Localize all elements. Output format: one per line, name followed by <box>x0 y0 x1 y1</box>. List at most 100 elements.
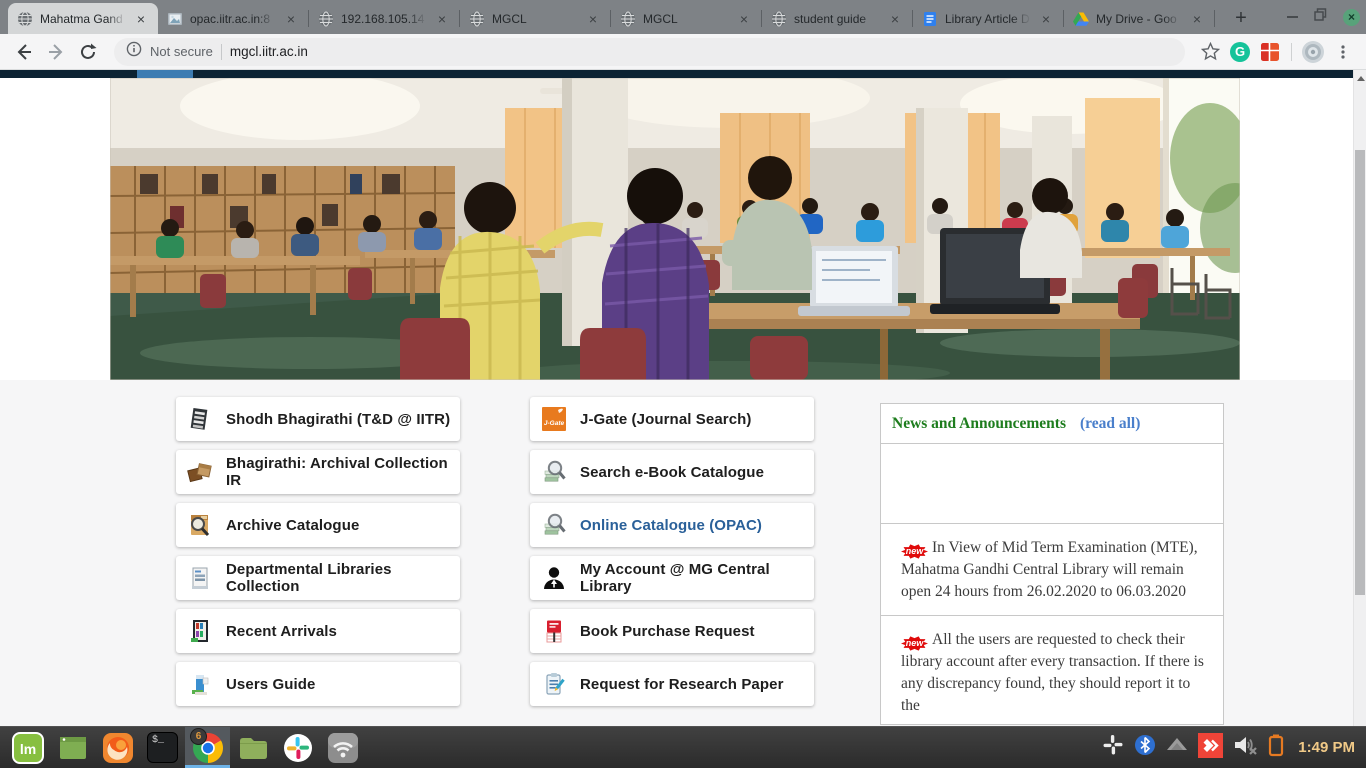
tab-close-icon[interactable]: × <box>133 12 149 26</box>
terminal-launcher[interactable]: $_ <box>140 727 185 768</box>
minimize-button[interactable] <box>1287 16 1298 18</box>
network-wifi-icon[interactable] <box>1165 735 1189 760</box>
link-jgate[interactable]: J-Gate J-Gate (Journal Search) <box>530 397 814 441</box>
link-label: Archive Catalogue <box>226 517 359 534</box>
tab-close-icon[interactable]: × <box>434 12 450 26</box>
close-button[interactable]: × <box>1343 9 1360 26</box>
news-item: newAll the users are requested to check … <box>881 616 1223 726</box>
tab-mgcl-1[interactable]: MGCL × <box>460 3 610 34</box>
bluetooth-icon[interactable] <box>1134 734 1156 761</box>
news-scroll-gap <box>881 444 1223 524</box>
link-label: Search e-Book Catalogue <box>580 464 764 481</box>
link-users-guide[interactable]: Users Guide <box>176 662 460 706</box>
read-all-link[interactable]: (read all) <box>1080 415 1140 433</box>
link-online-catalogue-opac[interactable]: Online Catalogue (OPAC) <box>530 503 814 547</box>
back-button[interactable] <box>10 38 38 66</box>
browser-menu-icon[interactable] <box>1330 39 1356 65</box>
firefox-launcher[interactable] <box>95 727 140 768</box>
google-drive-icon <box>1073 11 1089 27</box>
news-title: News and Announcements <box>892 415 1066 433</box>
address-bar[interactable]: Not secure mgcl.iitr.ac.in <box>114 38 1185 66</box>
forward-button[interactable] <box>42 38 70 66</box>
wifi-tool-launcher[interactable] <box>320 727 365 768</box>
new-badge: new <box>901 636 928 651</box>
grammarly-extension-icon[interactable]: G <box>1227 39 1253 65</box>
tab-my-drive[interactable]: My Drive - Goo × <box>1064 3 1214 34</box>
taskbar-clock[interactable]: 1:49 PM <box>1298 739 1355 756</box>
refresh-button[interactable] <box>74 38 102 66</box>
file-manager-launcher[interactable] <box>230 727 275 768</box>
link-search-ebook-catalogue[interactable]: Search e-Book Catalogue <box>530 450 814 494</box>
tab-close-icon[interactable]: × <box>1189 12 1205 26</box>
tab-mahatma-gandhi-library[interactable]: Mahatma Gand × <box>8 3 158 34</box>
battery-icon[interactable] <box>1267 733 1285 762</box>
chrome-tab-count-badge: 6 <box>190 728 207 745</box>
link-label: Shodh Bhagirathi (T&D @ IITR) <box>226 411 450 428</box>
tab-close-icon[interactable]: × <box>736 12 752 26</box>
link-bhagirathi-archival[interactable]: Bhagirathi: Archival Collection IR <box>176 450 460 494</box>
tab-library-article[interactable]: Library Article D × <box>913 3 1063 34</box>
tab-close-icon[interactable]: × <box>585 12 601 26</box>
browser-toolbar: Not secure mgcl.iitr.ac.in G <box>0 34 1366 70</box>
link-label: Book Purchase Request <box>580 623 755 640</box>
books-magnifier-icon <box>541 512 567 538</box>
globe-icon <box>17 11 33 27</box>
tab-opac[interactable]: opac.iitr.ac.in:8 × <box>158 3 308 34</box>
image-placeholder-icon <box>167 11 183 27</box>
scroll-up-arrow-icon[interactable] <box>1357 76 1365 81</box>
globe-icon <box>469 11 485 27</box>
tab-title: opac.iitr.ac.in:8 <box>190 12 276 26</box>
tab-student-guide[interactable]: student guide × <box>762 3 912 34</box>
tab-title: My Drive - Goo <box>1096 12 1182 26</box>
tab-close-icon[interactable]: × <box>283 12 299 26</box>
tab-close-icon[interactable]: × <box>887 12 903 26</box>
new-badge: new <box>901 544 928 559</box>
news-item-text: All the users are requested to check the… <box>901 631 1204 714</box>
red-book-icon <box>541 618 567 644</box>
link-label: Online Catalogue (OPAC) <box>580 517 762 534</box>
orange-extension-icon[interactable] <box>1257 39 1283 65</box>
news-header: News and Announcements (read all) <box>881 404 1223 444</box>
guide-kiosk-icon <box>187 671 213 697</box>
restore-button[interactable] <box>1314 8 1327 26</box>
bookmark-star-icon[interactable] <box>1197 39 1223 65</box>
url-text: mgcl.iitr.ac.in <box>230 44 308 59</box>
tab-title: student guide <box>794 12 880 26</box>
new-tab-button[interactable]: + <box>1227 4 1255 32</box>
library-photo <box>110 78 1240 380</box>
info-icon[interactable] <box>126 41 142 62</box>
link-label: Bhagirathi: Archival Collection IR <box>226 455 460 489</box>
news-panel: News and Announcements (read all) newIn … <box>880 403 1224 725</box>
security-label: Not secure <box>150 44 213 59</box>
link-departmental-libraries[interactable]: Departmental Libraries Collection <box>176 556 460 600</box>
link-shodh-bhagirathi[interactable]: Shodh Bhagirathi (T&D @ IITR) <box>176 397 460 441</box>
page-scrollbar[interactable] <box>1353 70 1366 726</box>
tab-mgcl-2[interactable]: MGCL × <box>611 3 761 34</box>
tab-title: 192.168.105.14 <box>341 12 427 26</box>
link-recent-arrivals[interactable]: Recent Arrivals <box>176 609 460 653</box>
anydesk-icon[interactable] <box>1198 733 1223 763</box>
omnibox-divider <box>221 44 222 60</box>
new-books-shelf-icon <box>187 618 213 644</box>
slack-launcher[interactable] <box>275 727 320 768</box>
jgate-logo-icon: J-Gate <box>541 406 567 432</box>
link-request-research-paper[interactable]: Request for Research Paper <box>530 662 814 706</box>
link-archive-catalogue[interactable]: Archive Catalogue <box>176 503 460 547</box>
tab-ip-address[interactable]: 192.168.105.14 × <box>309 3 459 34</box>
link-book-purchase-request[interactable]: Book Purchase Request <box>530 609 814 653</box>
scrollbar-thumb[interactable] <box>1355 150 1365 595</box>
page-margin-right <box>1240 78 1353 380</box>
link-my-account[interactable]: My Account @ MG Central Library <box>530 556 814 600</box>
profile-avatar[interactable] <box>1300 39 1326 65</box>
slack-tray-icon[interactable] <box>1101 733 1125 762</box>
tab-title: MGCL <box>643 12 729 26</box>
volume-muted-icon[interactable] <box>1232 734 1258 761</box>
show-desktop-button[interactable] <box>50 727 95 768</box>
window-controls: × <box>1287 0 1360 34</box>
tab-separator <box>1214 10 1215 27</box>
mint-menu-button[interactable]: lm <box>5 727 50 768</box>
tab-close-icon[interactable]: × <box>1038 12 1054 26</box>
quick-links-middle: J-Gate J-Gate (Journal Search) Search e-… <box>530 397 814 715</box>
chrome-launcher-active[interactable]: 6 <box>185 727 230 768</box>
archive-boxes-icon <box>187 459 213 485</box>
